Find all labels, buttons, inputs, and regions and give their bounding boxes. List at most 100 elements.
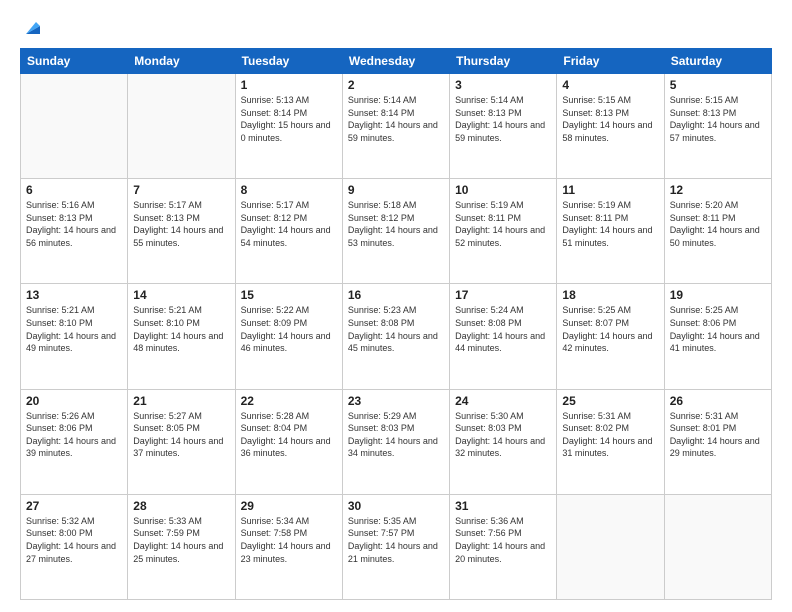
day-number: 15: [241, 288, 337, 302]
cell-details: Sunrise: 5:14 AM Sunset: 8:13 PM Dayligh…: [455, 94, 551, 144]
cell-details: Sunrise: 5:22 AM Sunset: 8:09 PM Dayligh…: [241, 304, 337, 354]
cell-details: Sunrise: 5:18 AM Sunset: 8:12 PM Dayligh…: [348, 199, 444, 249]
header: [20, 16, 772, 38]
cell-details: Sunrise: 5:36 AM Sunset: 7:56 PM Dayligh…: [455, 515, 551, 565]
day-number: 8: [241, 183, 337, 197]
weekday-header-saturday: Saturday: [664, 49, 771, 74]
cell-details: Sunrise: 5:25 AM Sunset: 8:06 PM Dayligh…: [670, 304, 766, 354]
day-number: 13: [26, 288, 122, 302]
day-number: 1: [241, 78, 337, 92]
calendar-cell: 21 Sunrise: 5:27 AM Sunset: 8:05 PM Dayl…: [128, 389, 235, 494]
day-number: 2: [348, 78, 444, 92]
calendar-cell: 23 Sunrise: 5:29 AM Sunset: 8:03 PM Dayl…: [342, 389, 449, 494]
day-number: 3: [455, 78, 551, 92]
calendar-cell: 20 Sunrise: 5:26 AM Sunset: 8:06 PM Dayl…: [21, 389, 128, 494]
calendar-cell: 11 Sunrise: 5:19 AM Sunset: 8:11 PM Dayl…: [557, 179, 664, 284]
calendar-table: SundayMondayTuesdayWednesdayThursdayFrid…: [20, 48, 772, 600]
week-row-2: 6 Sunrise: 5:16 AM Sunset: 8:13 PM Dayli…: [21, 179, 772, 284]
day-number: 5: [670, 78, 766, 92]
day-number: 27: [26, 499, 122, 513]
weekday-header-wednesday: Wednesday: [342, 49, 449, 74]
week-row-5: 27 Sunrise: 5:32 AM Sunset: 8:00 PM Dayl…: [21, 494, 772, 599]
cell-details: Sunrise: 5:19 AM Sunset: 8:11 PM Dayligh…: [455, 199, 551, 249]
cell-details: Sunrise: 5:29 AM Sunset: 8:03 PM Dayligh…: [348, 410, 444, 460]
calendar-cell: 3 Sunrise: 5:14 AM Sunset: 8:13 PM Dayli…: [450, 74, 557, 179]
day-number: 18: [562, 288, 658, 302]
cell-details: Sunrise: 5:21 AM Sunset: 8:10 PM Dayligh…: [26, 304, 122, 354]
day-number: 25: [562, 394, 658, 408]
cell-details: Sunrise: 5:17 AM Sunset: 8:12 PM Dayligh…: [241, 199, 337, 249]
day-number: 28: [133, 499, 229, 513]
weekday-header-tuesday: Tuesday: [235, 49, 342, 74]
calendar-cell: 10 Sunrise: 5:19 AM Sunset: 8:11 PM Dayl…: [450, 179, 557, 284]
calendar-cell: 30 Sunrise: 5:35 AM Sunset: 7:57 PM Dayl…: [342, 494, 449, 599]
calendar-cell: 9 Sunrise: 5:18 AM Sunset: 8:12 PM Dayli…: [342, 179, 449, 284]
calendar-cell: [128, 74, 235, 179]
calendar-cell: 22 Sunrise: 5:28 AM Sunset: 8:04 PM Dayl…: [235, 389, 342, 494]
day-number: 20: [26, 394, 122, 408]
calendar-cell: 1 Sunrise: 5:13 AM Sunset: 8:14 PM Dayli…: [235, 74, 342, 179]
cell-details: Sunrise: 5:17 AM Sunset: 8:13 PM Dayligh…: [133, 199, 229, 249]
cell-details: Sunrise: 5:32 AM Sunset: 8:00 PM Dayligh…: [26, 515, 122, 565]
calendar-cell: 27 Sunrise: 5:32 AM Sunset: 8:00 PM Dayl…: [21, 494, 128, 599]
weekday-header-row: SundayMondayTuesdayWednesdayThursdayFrid…: [21, 49, 772, 74]
day-number: 9: [348, 183, 444, 197]
cell-details: Sunrise: 5:24 AM Sunset: 8:08 PM Dayligh…: [455, 304, 551, 354]
cell-details: Sunrise: 5:16 AM Sunset: 8:13 PM Dayligh…: [26, 199, 122, 249]
cell-details: Sunrise: 5:15 AM Sunset: 8:13 PM Dayligh…: [562, 94, 658, 144]
calendar-cell: 5 Sunrise: 5:15 AM Sunset: 8:13 PM Dayli…: [664, 74, 771, 179]
cell-details: Sunrise: 5:26 AM Sunset: 8:06 PM Dayligh…: [26, 410, 122, 460]
day-number: 17: [455, 288, 551, 302]
calendar-cell: 26 Sunrise: 5:31 AM Sunset: 8:01 PM Dayl…: [664, 389, 771, 494]
cell-details: Sunrise: 5:33 AM Sunset: 7:59 PM Dayligh…: [133, 515, 229, 565]
cell-details: Sunrise: 5:13 AM Sunset: 8:14 PM Dayligh…: [241, 94, 337, 144]
calendar-cell: 28 Sunrise: 5:33 AM Sunset: 7:59 PM Dayl…: [128, 494, 235, 599]
day-number: 24: [455, 394, 551, 408]
calendar-cell: 19 Sunrise: 5:25 AM Sunset: 8:06 PM Dayl…: [664, 284, 771, 389]
cell-details: Sunrise: 5:19 AM Sunset: 8:11 PM Dayligh…: [562, 199, 658, 249]
calendar-cell: 13 Sunrise: 5:21 AM Sunset: 8:10 PM Dayl…: [21, 284, 128, 389]
day-number: 7: [133, 183, 229, 197]
cell-details: Sunrise: 5:25 AM Sunset: 8:07 PM Dayligh…: [562, 304, 658, 354]
day-number: 29: [241, 499, 337, 513]
cell-details: Sunrise: 5:15 AM Sunset: 8:13 PM Dayligh…: [670, 94, 766, 144]
day-number: 21: [133, 394, 229, 408]
calendar-cell: 18 Sunrise: 5:25 AM Sunset: 8:07 PM Dayl…: [557, 284, 664, 389]
calendar-cell: 24 Sunrise: 5:30 AM Sunset: 8:03 PM Dayl…: [450, 389, 557, 494]
day-number: 23: [348, 394, 444, 408]
day-number: 31: [455, 499, 551, 513]
cell-details: Sunrise: 5:14 AM Sunset: 8:14 PM Dayligh…: [348, 94, 444, 144]
weekday-header-thursday: Thursday: [450, 49, 557, 74]
calendar-cell: 25 Sunrise: 5:31 AM Sunset: 8:02 PM Dayl…: [557, 389, 664, 494]
day-number: 19: [670, 288, 766, 302]
cell-details: Sunrise: 5:31 AM Sunset: 8:02 PM Dayligh…: [562, 410, 658, 460]
logo-icon: [22, 16, 44, 38]
calendar-cell: [557, 494, 664, 599]
weekday-header-monday: Monday: [128, 49, 235, 74]
weekday-header-friday: Friday: [557, 49, 664, 74]
cell-details: Sunrise: 5:21 AM Sunset: 8:10 PM Dayligh…: [133, 304, 229, 354]
calendar-cell: 14 Sunrise: 5:21 AM Sunset: 8:10 PM Dayl…: [128, 284, 235, 389]
calendar-cell: 29 Sunrise: 5:34 AM Sunset: 7:58 PM Dayl…: [235, 494, 342, 599]
cell-details: Sunrise: 5:31 AM Sunset: 8:01 PM Dayligh…: [670, 410, 766, 460]
week-row-3: 13 Sunrise: 5:21 AM Sunset: 8:10 PM Dayl…: [21, 284, 772, 389]
calendar-cell: 15 Sunrise: 5:22 AM Sunset: 8:09 PM Dayl…: [235, 284, 342, 389]
week-row-1: 1 Sunrise: 5:13 AM Sunset: 8:14 PM Dayli…: [21, 74, 772, 179]
week-row-4: 20 Sunrise: 5:26 AM Sunset: 8:06 PM Dayl…: [21, 389, 772, 494]
calendar-cell: [21, 74, 128, 179]
day-number: 10: [455, 183, 551, 197]
day-number: 11: [562, 183, 658, 197]
calendar-cell: 6 Sunrise: 5:16 AM Sunset: 8:13 PM Dayli…: [21, 179, 128, 284]
day-number: 4: [562, 78, 658, 92]
day-number: 30: [348, 499, 444, 513]
day-number: 26: [670, 394, 766, 408]
day-number: 22: [241, 394, 337, 408]
cell-details: Sunrise: 5:35 AM Sunset: 7:57 PM Dayligh…: [348, 515, 444, 565]
weekday-header-sunday: Sunday: [21, 49, 128, 74]
page: SundayMondayTuesdayWednesdayThursdayFrid…: [0, 0, 792, 612]
calendar-cell: 17 Sunrise: 5:24 AM Sunset: 8:08 PM Dayl…: [450, 284, 557, 389]
calendar-cell: 31 Sunrise: 5:36 AM Sunset: 7:56 PM Dayl…: [450, 494, 557, 599]
calendar-cell: 2 Sunrise: 5:14 AM Sunset: 8:14 PM Dayli…: [342, 74, 449, 179]
cell-details: Sunrise: 5:20 AM Sunset: 8:11 PM Dayligh…: [670, 199, 766, 249]
cell-details: Sunrise: 5:27 AM Sunset: 8:05 PM Dayligh…: [133, 410, 229, 460]
